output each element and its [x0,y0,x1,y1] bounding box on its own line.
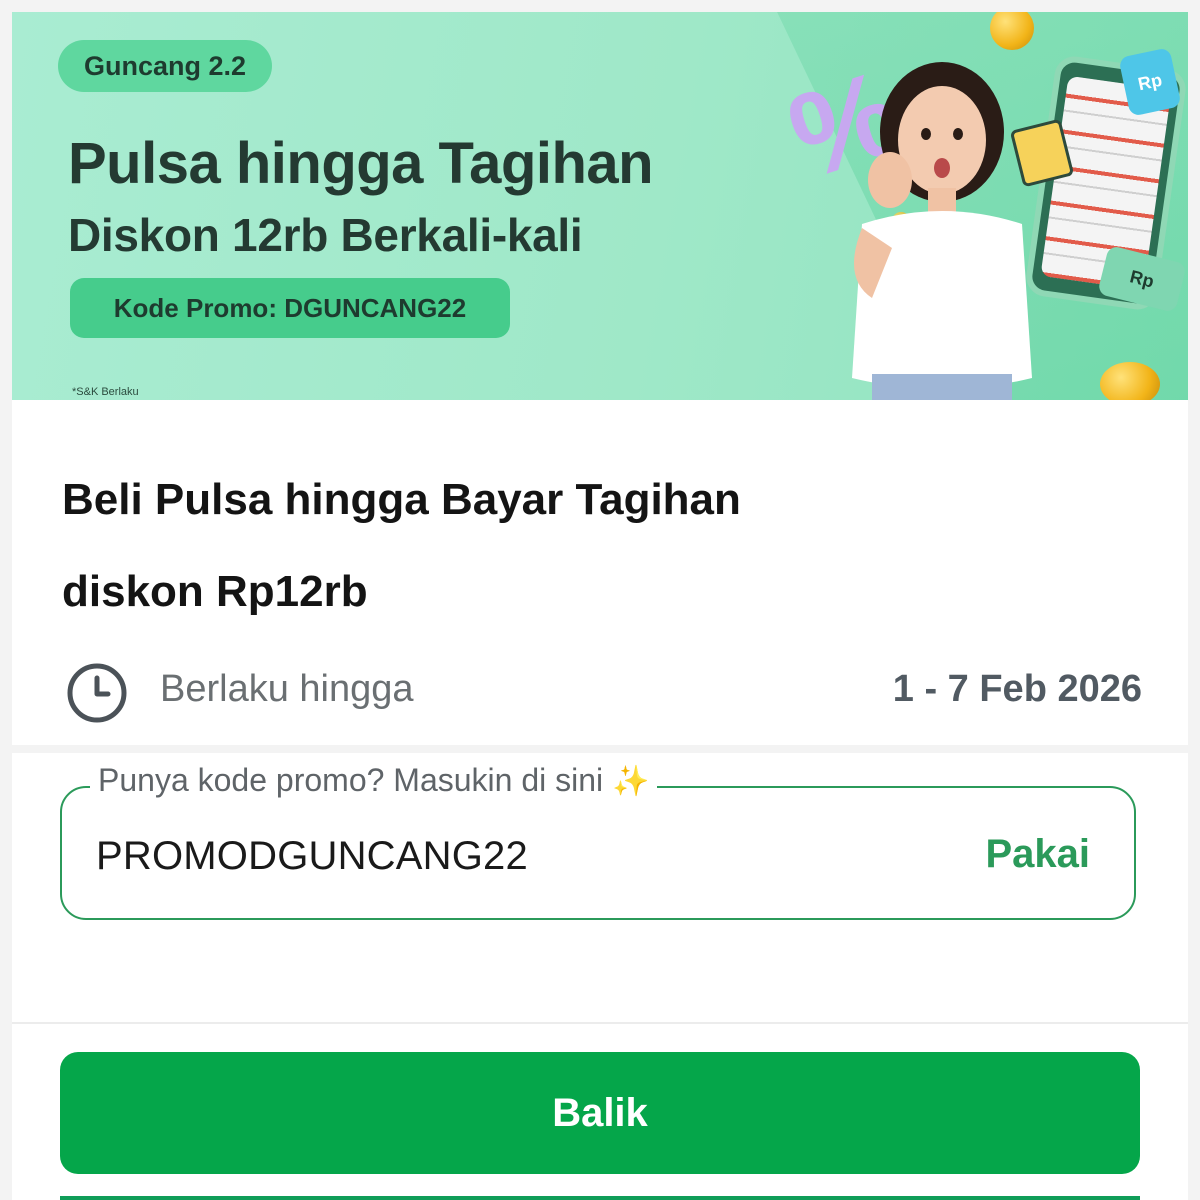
promo-title-line1: Beli Pulsa hingga Bayar Tagihan [62,475,741,524]
woman-illustration [852,62,1032,400]
banner-subheadline: Diskon 12rb Berkali-kali [68,209,583,261]
section-divider [12,745,1188,753]
promo-code-field[interactable]: Punya kode promo? Masukin di sini ✨ Paka… [60,762,1136,920]
promo-code-input[interactable] [96,834,916,879]
validity-date: 1 - 7 Feb 2026 [892,668,1142,710]
clock-icon [67,663,127,723]
banner-campaign-tag: Guncang 2.2 [58,40,273,92]
banner-terms: *S&K Berlaku [72,386,139,398]
promo-code-label-text: Punya kode promo? Masukin di sini [98,762,604,798]
promo-title: Beli Pulsa hingga Bayar Tagihan diskon R… [62,454,962,638]
banner-headline: Pulsa hingga Tagihan [68,131,654,196]
apply-promo-button[interactable]: Pakai [985,832,1090,877]
promo-banner: Guncang 2.2 Pulsa hingga Tagihan Diskon … [12,12,1188,400]
next-button-edge [60,1196,1140,1200]
footer-divider [12,1022,1188,1024]
coin-icon [1100,362,1160,400]
back-button[interactable]: Balik [60,1052,1140,1174]
banner-promo-code: Kode Promo: DGUNCANG22 [70,278,510,338]
validity-label: Berlaku hingga [160,668,414,710]
promo-title-line2: diskon Rp12rb [62,567,368,616]
promo-detail-card: Guncang 2.2 Pulsa hingga Tagihan Diskon … [12,12,1188,1200]
validity-row: Berlaku hingga 1 - 7 Feb 2026 [66,662,1142,723]
promo-code-label: Punya kode promo? Masukin di sini ✨ [90,762,658,799]
sparkles-icon: ✨ [612,765,650,798]
